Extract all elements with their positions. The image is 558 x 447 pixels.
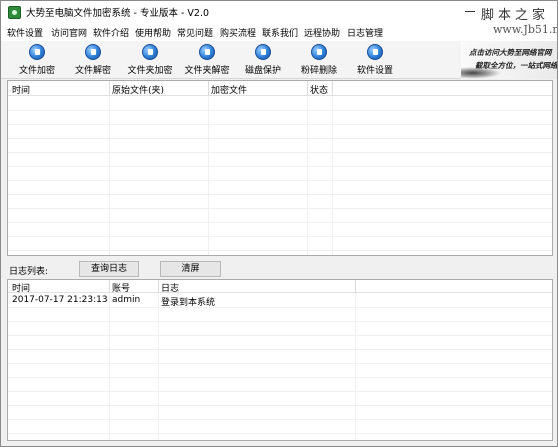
column-header-source[interactable]: 原始文件(夹)	[112, 83, 164, 96]
clear-screen-button[interactable]: 清屏	[160, 261, 221, 277]
disk-shield-icon	[255, 44, 271, 60]
grid-line	[8, 110, 552, 111]
column-divider[interactable]	[332, 81, 333, 96]
menu-visit-website[interactable]: 访问官网	[51, 26, 87, 39]
grid-line	[8, 152, 552, 153]
column-header-log[interactable]: 日志	[161, 281, 179, 294]
grid-line	[8, 180, 552, 181]
grid-line	[8, 236, 552, 237]
menu-log-management[interactable]: 日志管理	[347, 26, 383, 39]
column-header-encrypted[interactable]: 加密文件	[211, 83, 247, 96]
log-time: 2017-07-17 21:23:13	[12, 295, 108, 305]
grid-line	[8, 166, 552, 167]
grid-line	[8, 194, 552, 195]
shred-delete-button[interactable]: 粉碎删除	[291, 41, 347, 78]
grid-line	[8, 433, 552, 434]
grid-line	[8, 138, 552, 139]
column-divider[interactable]	[109, 81, 110, 96]
query-log-button[interactable]: 查询日志	[79, 261, 139, 277]
folder-encrypt-button[interactable]: 文件夹加密	[122, 41, 178, 78]
folder-decrypt-button[interactable]: 文件夹解密	[179, 41, 235, 78]
gear-icon	[367, 44, 383, 60]
folder-unlock-icon	[199, 44, 215, 60]
column-header-time[interactable]: 时间	[12, 281, 30, 294]
file-lock-icon	[29, 44, 45, 60]
grid-line	[8, 208, 552, 209]
menu-remote-assist[interactable]: 远程协助	[304, 26, 340, 39]
file-table-header: 时间 原始文件(夹) 加密文件 状态	[8, 81, 552, 96]
grid-line	[8, 419, 552, 420]
menu-purchase[interactable]: 购买流程	[220, 26, 256, 39]
column-header-time[interactable]: 时间	[12, 83, 30, 96]
folder-lock-icon	[142, 44, 158, 60]
grid-line	[8, 377, 552, 378]
toolbar-label: 文件夹加密	[127, 66, 173, 76]
toolbar-label: 文件夹解密	[184, 66, 230, 76]
column-divider[interactable]	[355, 280, 356, 293]
toolbar-label: 文件加密	[18, 66, 55, 76]
watermark-text: 脚本之家	[481, 8, 550, 23]
file-decrypt-button[interactable]: 文件解密	[65, 41, 121, 78]
grid-line	[8, 222, 552, 223]
toolbar-label: 软件设置	[356, 66, 393, 76]
menu-help[interactable]: 使用帮助	[135, 26, 171, 39]
column-divider[interactable]	[158, 280, 159, 293]
log-account: admin	[112, 295, 141, 305]
menu-contact[interactable]: 联系我们	[262, 26, 298, 39]
watermark-url: www.Jb51.net	[493, 23, 557, 36]
banner-ink-decoration	[461, 67, 501, 79]
toolbar-label: 磁盘保护	[244, 66, 281, 76]
software-settings-button[interactable]: 软件设置	[347, 41, 403, 78]
menu-software-intro[interactable]: 软件介绍	[93, 26, 129, 39]
grid-line	[8, 405, 552, 406]
grid-line	[208, 96, 209, 255]
toolbar-label: 粉碎删除	[300, 66, 337, 76]
window-title: 大势至电脑文件加密系统 - 专业版本 - V2.0	[26, 8, 210, 19]
grid-line	[8, 250, 552, 251]
file-encrypt-button[interactable]: 文件加密	[9, 41, 65, 78]
column-divider[interactable]	[208, 81, 209, 96]
log-message: 登录到本系统	[161, 298, 216, 308]
promo-banner[interactable]: 点击访问大势至网络官网 截取全方位，一站式网络	[461, 41, 557, 79]
file-unlock-icon	[85, 44, 101, 60]
grid-line	[307, 96, 308, 255]
banner-line-1: 点击访问大势至网络官网	[469, 48, 552, 57]
log-list-label: 日志列表:	[9, 267, 49, 277]
grid-line	[8, 335, 552, 336]
disk-protect-button[interactable]: 磁盘保护	[235, 41, 291, 78]
column-header-status[interactable]: 状态	[310, 83, 328, 96]
app-logo-icon	[8, 6, 21, 19]
log-table-header: 时间 账号 日志	[8, 280, 552, 294]
grid-line	[8, 307, 552, 308]
menu-faq[interactable]: 常见问题	[177, 26, 213, 39]
app-window: 大势至电脑文件加密系统 - 专业版本 - V2.0 脚本之家 软件设置 访问官网…	[0, 0, 558, 447]
grid-line	[332, 96, 333, 255]
grid-line	[8, 349, 552, 350]
title-bar: 大势至电脑文件加密系统 - 专业版本 - V2.0 脚本之家	[1, 1, 557, 23]
grid-line	[8, 124, 552, 125]
menu-bar: 软件设置 访问官网 软件介绍 使用帮助 常见问题 购买流程 联系我们 远程协助 …	[1, 23, 557, 41]
column-divider[interactable]	[307, 81, 308, 96]
minimize-button[interactable]	[459, 1, 481, 21]
log-table[interactable]: 时间 账号 日志 2017-07-17 21:23:13 admin 登录到本系…	[7, 279, 553, 441]
grid-line	[109, 96, 110, 255]
shred-icon	[311, 44, 327, 60]
toolbar-label: 文件解密	[74, 66, 111, 76]
menu-software-settings[interactable]: 软件设置	[7, 26, 43, 39]
grid-line	[8, 321, 552, 322]
file-list-table[interactable]: 时间 原始文件(夹) 加密文件 状态	[7, 80, 553, 256]
grid-line	[8, 363, 552, 364]
grid-line	[8, 391, 552, 392]
column-header-account[interactable]: 账号	[112, 281, 130, 294]
column-divider[interactable]	[109, 280, 110, 293]
